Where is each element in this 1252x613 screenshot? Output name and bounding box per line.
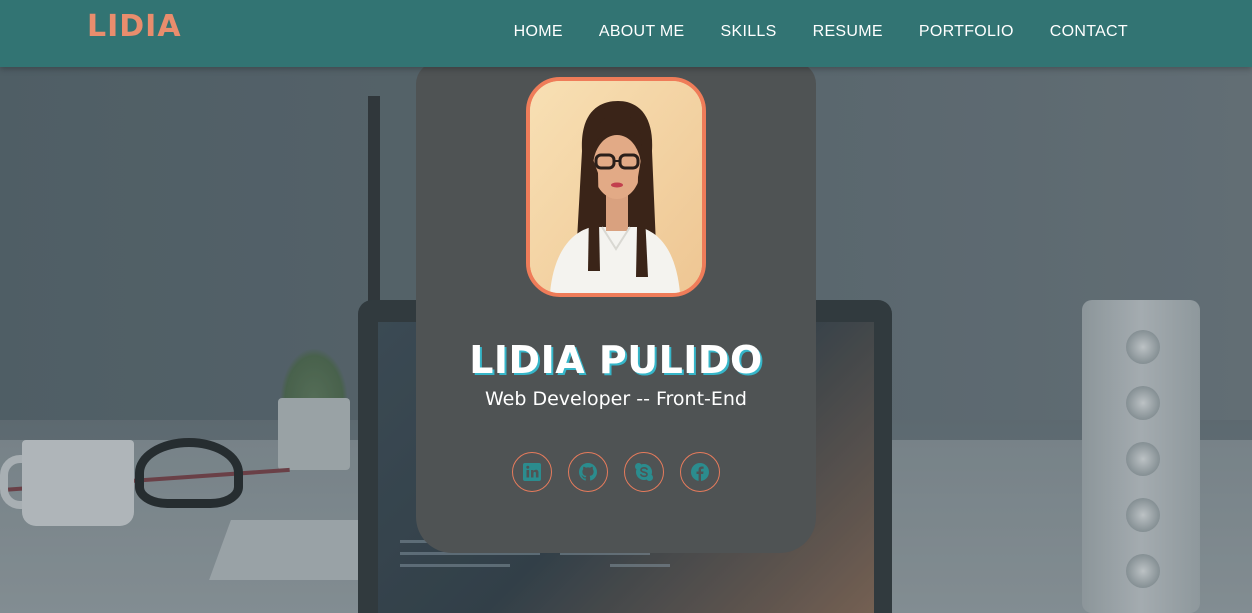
profile-role: Web Developer -- Front-End [485,388,747,410]
social-links [416,452,816,492]
nav-link-about-me[interactable]: ABOUT ME [599,23,685,40]
facebook-icon [691,463,709,481]
nav-item-skills: SKILLS [721,21,777,41]
nav-item-portfolio: PORTFOLIO [919,21,1014,41]
nav-link-skills[interactable]: SKILLS [721,23,777,40]
nav-menu: HOME ABOUT ME SKILLS RESUME PORTFOLIO CO… [514,0,1128,62]
nav-link-portfolio[interactable]: PORTFOLIO [919,23,1014,40]
nav-link-contact[interactable]: CONTACT [1050,23,1128,40]
site-logo[interactable]: LIDIA [87,9,182,44]
github-button[interactable] [568,452,608,492]
skype-button[interactable] [624,452,664,492]
navbar: LIDIA HOME ABOUT ME SKILLS RESUME PORTFO… [0,0,1252,67]
github-icon [579,463,597,481]
profile-card: LIDIA PULIDO Web Developer -- Front-End [416,62,816,553]
nav-item-home: HOME [514,21,563,41]
facebook-button[interactable] [680,452,720,492]
nav-item-contact: CONTACT [1050,21,1128,41]
skype-icon [635,463,653,481]
nav-link-home[interactable]: HOME [514,23,563,40]
portrait-illustration [530,81,702,293]
profile-name: LIDIA PULIDO [469,338,763,382]
profile-photo [526,77,706,297]
nav-item-about-me: ABOUT ME [599,21,685,41]
nav-link-resume[interactable]: RESUME [813,23,883,40]
linkedin-button[interactable] [512,452,552,492]
linkedin-icon [523,463,541,481]
nav-item-resume: RESUME [813,21,883,41]
